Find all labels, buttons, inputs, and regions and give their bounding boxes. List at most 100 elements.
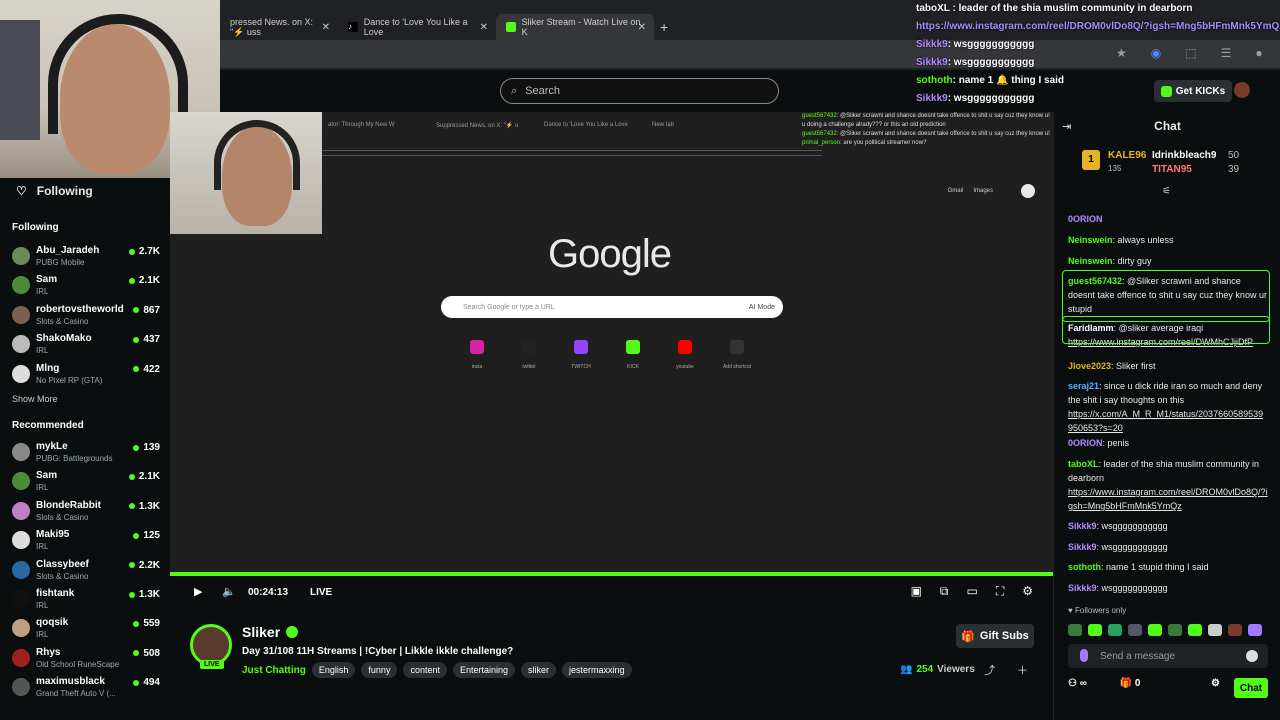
category-link[interactable]: Just Chatting — [242, 665, 306, 676]
chat-username[interactable]: Sikkk9 — [1068, 583, 1097, 593]
following-header[interactable]: ♡ Following — [16, 184, 93, 198]
volume-icon[interactable]: 🔈 — [222, 585, 236, 598]
play-icon[interactable]: ▶ — [194, 585, 202, 598]
stream-tag[interactable]: content — [403, 662, 447, 678]
mic-icon[interactable] — [1080, 649, 1088, 662]
stream-tag[interactable]: English — [311, 662, 356, 678]
chat-panel: Chat ⇥ 1 KALE96 135 Idrinkbleach9 TITAN9… — [1053, 112, 1280, 720]
sidebar-channel[interactable]: mykLe PUBG: Battlegrounds 139 — [12, 440, 162, 468]
points-icon[interactable]: ⚇ ∞ — [1068, 678, 1087, 689]
channel-avatar — [12, 648, 30, 667]
streamer-name[interactable]: Sliker — [242, 624, 299, 640]
viewer-count: 1.3K — [128, 589, 160, 600]
chat-footer: ⚇ ∞ 🎁 0 ⚙ Chat — [1068, 678, 1268, 700]
shortcut-icon — [470, 340, 484, 354]
chat-username[interactable]: 0ORION — [1068, 214, 1103, 224]
live-dot-icon — [133, 444, 140, 451]
chat-link[interactable]: https://x.com/A_M_R_M1/status/2037660589… — [1068, 409, 1263, 433]
google-shortcut: Add shortcut — [722, 336, 752, 370]
close-icon[interactable]: ✕ — [638, 22, 646, 33]
channel-avatar — [12, 276, 30, 295]
google-shortcut: KICK — [618, 336, 648, 370]
live-badge: LIVE — [200, 660, 224, 669]
viewer-count: 867 — [133, 305, 160, 316]
gift-icon[interactable]: 🎁 — [1120, 678, 1135, 689]
overlay-chat-line: taboXL : leader of the shia muslim commu… — [916, 3, 1193, 14]
viewer-count: 494 — [133, 677, 160, 688]
close-icon[interactable]: ✕ — [322, 22, 330, 33]
clip-icon[interactable]: ⧉ — [940, 584, 949, 599]
chat-username[interactable]: Neinswein — [1068, 256, 1113, 266]
sidebar-channel[interactable]: Mlng No Pixel RP (GTA) 422 — [12, 362, 162, 390]
sidebar-channel[interactable]: Classybeef Slots & Casino 2.2K — [12, 558, 162, 586]
close-icon[interactable]: ✕ — [480, 22, 488, 33]
fullscreen-icon[interactable]: ⛶ — [996, 584, 1004, 599]
channel-category: Slots & Casino — [36, 316, 89, 326]
chat-send-button[interactable]: Chat — [1234, 678, 1268, 698]
search-input[interactable]: ⌕ Search — [500, 78, 779, 104]
collapse-chat-icon[interactable]: ⇥ — [1062, 120, 1071, 133]
channel-category: Slots & Casino — [36, 512, 89, 522]
chat-username[interactable]: Neinswein — [1068, 235, 1113, 245]
show-more-link[interactable]: Show More — [12, 394, 58, 404]
channel-avatar — [12, 560, 30, 579]
stream-tag[interactable]: Entertaining — [452, 662, 516, 678]
playback-time: 00:24:13 — [248, 587, 289, 598]
sidebar-channel[interactable]: Sam IRL 2.1K — [12, 273, 162, 301]
chat-username[interactable]: taboXL — [1068, 459, 1099, 469]
new-tab-button[interactable]: + — [660, 19, 668, 35]
verified-icon — [286, 626, 299, 638]
channel-avatar — [12, 678, 30, 697]
browser-tab[interactable]: pressed News. on X: "⚡️ uss ✕ — [220, 14, 338, 40]
chat-message: sothoth: name 1 stupid thing I said — [1068, 562, 1209, 572]
chat-username[interactable]: sothoth — [1068, 562, 1101, 572]
stream-info: LIVE Sliker Day 31/108 11H Streams | !Cy… — [170, 604, 1053, 720]
stream-tag[interactable]: sliker — [521, 662, 557, 678]
follow-icon[interactable]: ＋ — [1017, 662, 1028, 678]
google-search-box: Search Google or type a URL AI Mode — [441, 296, 783, 318]
sidebar-channel[interactable]: fishtank IRL 1.3K — [12, 587, 162, 615]
sidebar-channel[interactable]: qoqsik IRL 559 — [12, 616, 162, 644]
gear-icon[interactable]: ⚙ — [1022, 584, 1033, 599]
stream-tag[interactable]: funny — [361, 662, 398, 678]
miniplayer-icon[interactable]: ▣ — [911, 584, 922, 599]
gear-icon[interactable]: ⚙ — [1211, 678, 1220, 689]
google-shortcut: twitter — [514, 336, 544, 370]
live-indicator: LIVE — [310, 587, 333, 598]
browser-tab-active[interactable]: Sliker Stream - Watch Live on K ✕ — [496, 14, 654, 40]
chat-username[interactable]: 0ORION — [1068, 438, 1103, 448]
channel-name: qoqsik — [36, 617, 69, 629]
chat-username[interactable]: Sikkk9 — [1068, 521, 1097, 531]
gift-subs-button[interactable]: 🎁 Gift Subs — [956, 624, 1034, 648]
chat-username[interactable]: seraj21 — [1068, 381, 1099, 391]
search-icon: ⌕ — [511, 84, 518, 97]
chat-username[interactable]: Sikkk9 — [1068, 542, 1097, 552]
sidebar-channel[interactable]: Abu_Jaradeh PUBG Mobile 2.7K — [12, 244, 162, 272]
sidebar-channel[interactable]: BlondeRabbit Slots & Casino 1.3K — [12, 499, 162, 527]
channel-category: IRL — [36, 287, 49, 297]
browser-tab[interactable]: ♪ Dance to 'Love You Like a Love ✕ — [338, 14, 496, 40]
chat-input[interactable]: Send a message — [1068, 644, 1268, 668]
channel-name: Mlng — [36, 362, 60, 374]
live-dot-icon — [133, 679, 140, 686]
share-icon[interactable]: ⤴ — [984, 662, 995, 678]
channel-avatar — [12, 531, 30, 550]
chat-link[interactable]: https://www.instagram.com/reel/DROM0vlDo… — [1068, 487, 1268, 511]
sidebar-channel[interactable]: robertovstheworld Slots & Casino 867 — [12, 303, 162, 331]
inner-chat: guest567432: @Sliker scrawni and shance … — [802, 113, 1050, 146]
google-shortcut: TWITCH — [566, 336, 596, 370]
channel-category: IRL — [36, 601, 49, 610]
stream-tag[interactable]: jestermaxxing — [562, 662, 632, 678]
sidebar-channel[interactable]: maximusblack Grand Theft Auto V (... 494 — [12, 675, 162, 703]
sidebar-channel[interactable]: Sam IRL 2.1K — [12, 469, 162, 497]
sidebar-channel[interactable]: Rhys Old School RuneScape 508 — [12, 646, 162, 674]
emoji-icon[interactable] — [1246, 650, 1258, 662]
sidebar-channel[interactable]: ShakoMako IRL 437 — [12, 332, 162, 360]
viewer-count: 422 — [133, 364, 160, 375]
chat-messages: 0ORION Neinswein: always unless Neinswein:… — [1060, 192, 1274, 612]
theater-icon[interactable]: ▭ — [966, 584, 977, 599]
channel-name: fishtank — [36, 588, 75, 599]
sidebar-channel[interactable]: Maki95 IRL 125 — [12, 528, 162, 556]
channel-category: Grand Theft Auto V (... — [36, 689, 116, 699]
chat-username[interactable]: Jlove2023 — [1068, 361, 1111, 371]
